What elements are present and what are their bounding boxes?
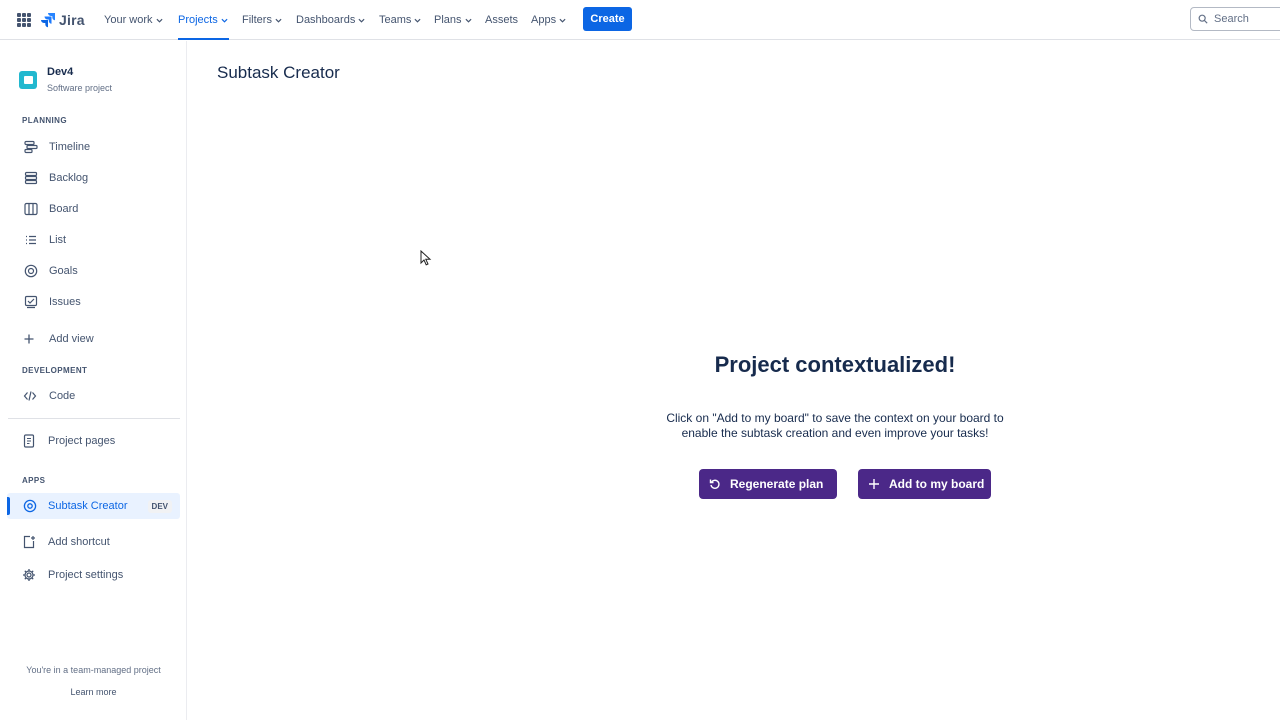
chevron-down-icon bbox=[221, 18, 228, 23]
sidebar-item-subtask-creator[interactable]: Subtask Creator DEV bbox=[7, 493, 180, 519]
sidebar-item-code[interactable]: Code bbox=[0, 383, 180, 409]
sidebar-item-label: Code bbox=[49, 390, 76, 402]
nav-apps[interactable]: Apps bbox=[531, 0, 566, 40]
plus-icon bbox=[21, 331, 37, 347]
nav-plans-label: Plans bbox=[434, 14, 462, 26]
add-to-board-label: Add to my board bbox=[889, 477, 985, 491]
chevron-down-icon bbox=[465, 18, 472, 23]
regenerate-plan-button[interactable]: Regenerate plan bbox=[699, 469, 837, 499]
dev-badge: DEV bbox=[147, 499, 172, 513]
gear-icon bbox=[21, 567, 37, 583]
chevron-down-icon bbox=[414, 18, 421, 23]
chevron-down-icon bbox=[275, 18, 282, 23]
add-view-label: Add view bbox=[49, 333, 94, 345]
sidebar-item-label: Subtask Creator bbox=[48, 500, 128, 512]
sidebar-item-project-pages[interactable]: Project pages bbox=[0, 428, 180, 454]
sidebar-item-label: Timeline bbox=[49, 141, 91, 153]
code-icon bbox=[22, 388, 38, 404]
nav-plans[interactable]: Plans bbox=[434, 0, 472, 40]
development-heading: DEVELOPMENT bbox=[22, 366, 88, 375]
planning-heading: PLANNING bbox=[22, 116, 67, 125]
refresh-icon bbox=[709, 479, 720, 489]
sidebar-item-goals[interactable]: Goals bbox=[0, 258, 180, 284]
logo-text: Jira bbox=[59, 12, 85, 28]
context-description-line-2: enable the subtask creation and even imp… bbox=[681, 426, 989, 440]
add-shortcut-label: Add shortcut bbox=[48, 536, 110, 548]
page-icon bbox=[21, 433, 37, 449]
context-description: Click on "Add to my board" to save the c… bbox=[635, 411, 1035, 441]
jira-logo-icon bbox=[41, 13, 55, 28]
project-name[interactable]: Dev4 bbox=[47, 66, 73, 78]
timeline-icon bbox=[23, 139, 39, 155]
nav-dashboards-label: Dashboards bbox=[296, 14, 356, 26]
project-settings-label: Project settings bbox=[48, 569, 124, 581]
goals-icon bbox=[23, 263, 39, 279]
sidebar-item-issues[interactable]: Issues bbox=[0, 289, 180, 315]
sidebar-item-list[interactable]: List bbox=[0, 227, 180, 253]
app-gear-icon bbox=[22, 498, 38, 514]
board-icon bbox=[23, 201, 39, 217]
sidebar-item-label: Issues bbox=[49, 296, 81, 308]
backlog-icon bbox=[23, 170, 39, 186]
nav-your-work-label: Your work bbox=[104, 14, 153, 26]
search-input[interactable]: Search bbox=[1190, 7, 1280, 31]
project-settings-button[interactable]: Project settings bbox=[0, 562, 180, 588]
page-title: Subtask Creator bbox=[217, 63, 340, 82]
list-icon bbox=[23, 232, 39, 248]
sidebar-item-label: Project pages bbox=[48, 435, 116, 447]
chevron-down-icon bbox=[155, 18, 163, 23]
search-icon bbox=[1198, 14, 1208, 24]
top-navigation: Jira Your work Projects Filters Dashboar… bbox=[0, 0, 1280, 40]
nav-projects[interactable]: Projects bbox=[178, 0, 229, 40]
plus-icon bbox=[869, 479, 879, 489]
chevron-down-icon bbox=[358, 18, 365, 23]
sidebar-item-label: Board bbox=[49, 203, 79, 215]
app-switcher-icon[interactable] bbox=[17, 13, 31, 27]
nav-assets[interactable]: Assets bbox=[485, 0, 518, 40]
learn-more-link[interactable]: Learn more bbox=[0, 687, 187, 697]
add-shortcut-button[interactable]: Add shortcut bbox=[0, 529, 180, 555]
sidebar-item-timeline[interactable]: Timeline bbox=[0, 134, 180, 160]
sidebar-item-board[interactable]: Board bbox=[0, 196, 180, 222]
sidebar-item-backlog[interactable]: Backlog bbox=[0, 165, 180, 191]
context-description-line-1: Click on "Add to my board" to save the c… bbox=[666, 411, 1004, 425]
add-view-button[interactable]: Add view bbox=[0, 326, 180, 352]
nav-apps-label: Apps bbox=[531, 14, 557, 26]
context-title: Project contextualized! bbox=[714, 352, 956, 377]
issues-icon bbox=[23, 294, 39, 310]
mouse-cursor-icon bbox=[420, 250, 432, 266]
project-type: Software project bbox=[47, 83, 113, 93]
nav-teams-label: Teams bbox=[379, 14, 412, 26]
add-to-board-button[interactable]: Add to my board bbox=[858, 469, 991, 499]
nav-assets-label: Assets bbox=[485, 14, 519, 26]
jira-logo[interactable]: Jira bbox=[40, 10, 85, 30]
nav-dashboards[interactable]: Dashboards bbox=[296, 0, 365, 40]
apps-heading: APPS bbox=[22, 476, 46, 485]
project-avatar[interactable] bbox=[19, 71, 37, 89]
sidebar-item-label: Goals bbox=[49, 265, 78, 277]
regenerate-plan-label: Regenerate plan bbox=[730, 477, 824, 491]
nav-teams[interactable]: Teams bbox=[379, 0, 421, 40]
sidebar-divider bbox=[8, 418, 180, 419]
nav-filters[interactable]: Filters bbox=[242, 0, 282, 40]
sidebar-item-label: Backlog bbox=[49, 172, 89, 184]
sidebar-item-label: List bbox=[49, 234, 67, 246]
create-button[interactable]: Create bbox=[583, 7, 632, 31]
nav-your-work[interactable]: Your work bbox=[104, 0, 163, 40]
team-managed-notice: You're in a team-managed project bbox=[26, 665, 161, 675]
nav-filters-label: Filters bbox=[242, 14, 272, 26]
nav-projects-label: Projects bbox=[178, 14, 218, 26]
search-placeholder: Search bbox=[1214, 13, 1249, 25]
add-shortcut-icon bbox=[21, 534, 37, 550]
sidebar: Dev4 Software project PLANNING Timeline … bbox=[0, 41, 187, 720]
chevron-down-icon bbox=[559, 18, 566, 23]
